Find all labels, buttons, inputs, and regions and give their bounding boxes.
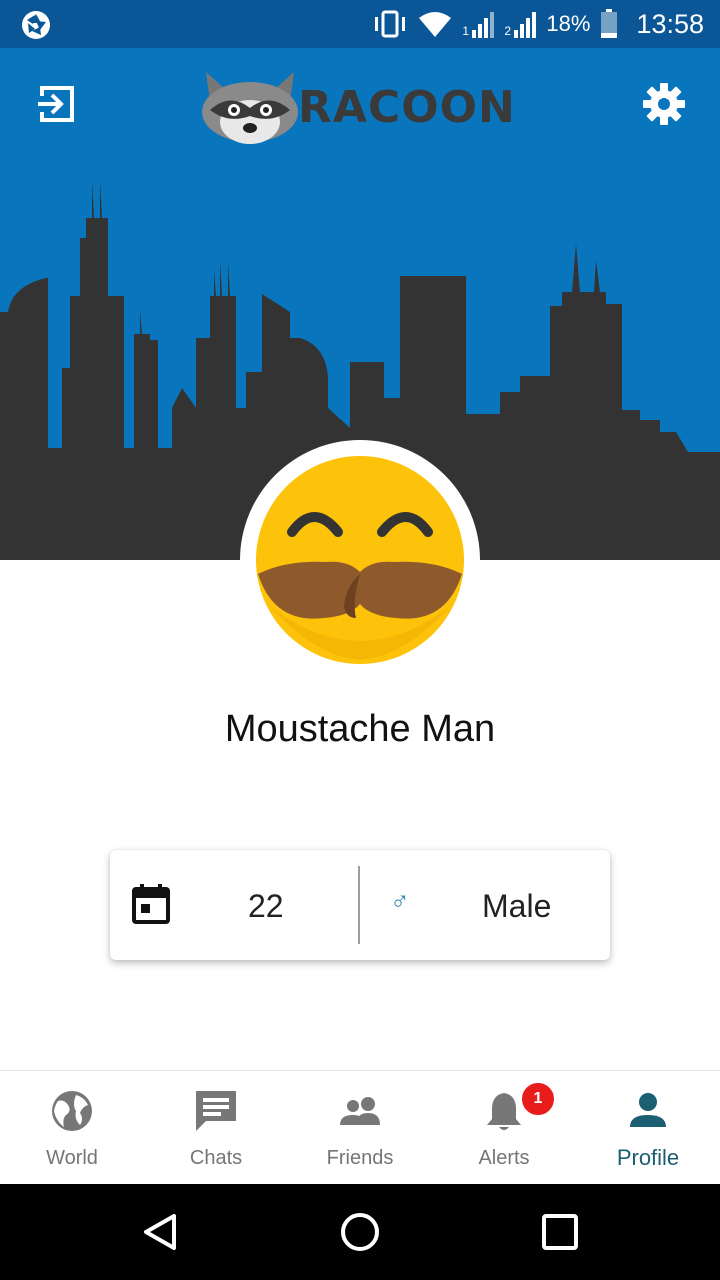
logout-icon[interactable]	[34, 82, 78, 126]
nav-label-world: World	[46, 1147, 98, 1169]
racoon-head-icon	[202, 72, 298, 144]
moustache-emoji-avatar[interactable]	[256, 456, 464, 664]
battery-icon	[601, 9, 618, 38]
gender-value: Male	[482, 888, 552, 924]
avatar-frame	[240, 440, 480, 680]
back-icon[interactable]	[138, 1210, 182, 1254]
vibrate-icon	[375, 10, 406, 38]
age-value: 22	[248, 888, 284, 924]
nav-label-alerts: Alerts	[478, 1147, 530, 1169]
alerts-badge: 1	[520, 1081, 556, 1117]
home-icon[interactable]	[338, 1210, 382, 1254]
status-bar: 1 2 18% 13:58	[0, 0, 720, 48]
battery-percent: 18%	[546, 11, 591, 36]
racoon-logo: RACOON	[200, 66, 520, 146]
nav-label-profile: Profile	[616, 1145, 680, 1170]
male-symbol-icon: ♂	[390, 886, 410, 916]
profile-info-card: 22 ♂ Male	[110, 850, 610, 960]
recent-apps-icon[interactable]	[538, 1210, 582, 1254]
nav-item-alerts[interactable]: Alerts	[432, 1071, 576, 1185]
aperture-icon	[22, 11, 50, 39]
age-cell: 22	[110, 850, 358, 960]
friends-icon	[340, 1097, 380, 1125]
system-navigation-bar	[0, 1184, 720, 1280]
signal-icon: 1	[462, 10, 495, 38]
profile-name: Moustache Man	[224, 708, 496, 750]
nav-label-chats: Chats	[189, 1147, 243, 1169]
signal-icon: 2	[504, 10, 537, 38]
sim2-label: 2	[504, 24, 512, 38]
wifi-icon	[419, 12, 452, 37]
gender-cell: ♂ Male	[360, 850, 610, 960]
nav-item-friends[interactable]: Friends	[288, 1071, 432, 1185]
nav-label-friends: Friends	[326, 1147, 394, 1169]
clock: 13:58	[636, 8, 704, 39]
globe-icon	[52, 1091, 92, 1131]
chat-icon	[196, 1091, 236, 1131]
nav-item-profile[interactable]: Profile	[576, 1071, 720, 1185]
app-logo-text: RACOON	[298, 82, 516, 133]
bottom-navigation: World Chats Friends Alerts Profile 1	[0, 1070, 720, 1185]
nav-item-chats[interactable]: Chats	[144, 1071, 288, 1185]
nav-item-world[interactable]: World	[0, 1071, 144, 1185]
calendar-icon	[132, 884, 170, 924]
settings-gear-icon[interactable]	[642, 82, 686, 126]
person-icon	[630, 1093, 666, 1127]
sim1-label: 1	[462, 24, 470, 38]
